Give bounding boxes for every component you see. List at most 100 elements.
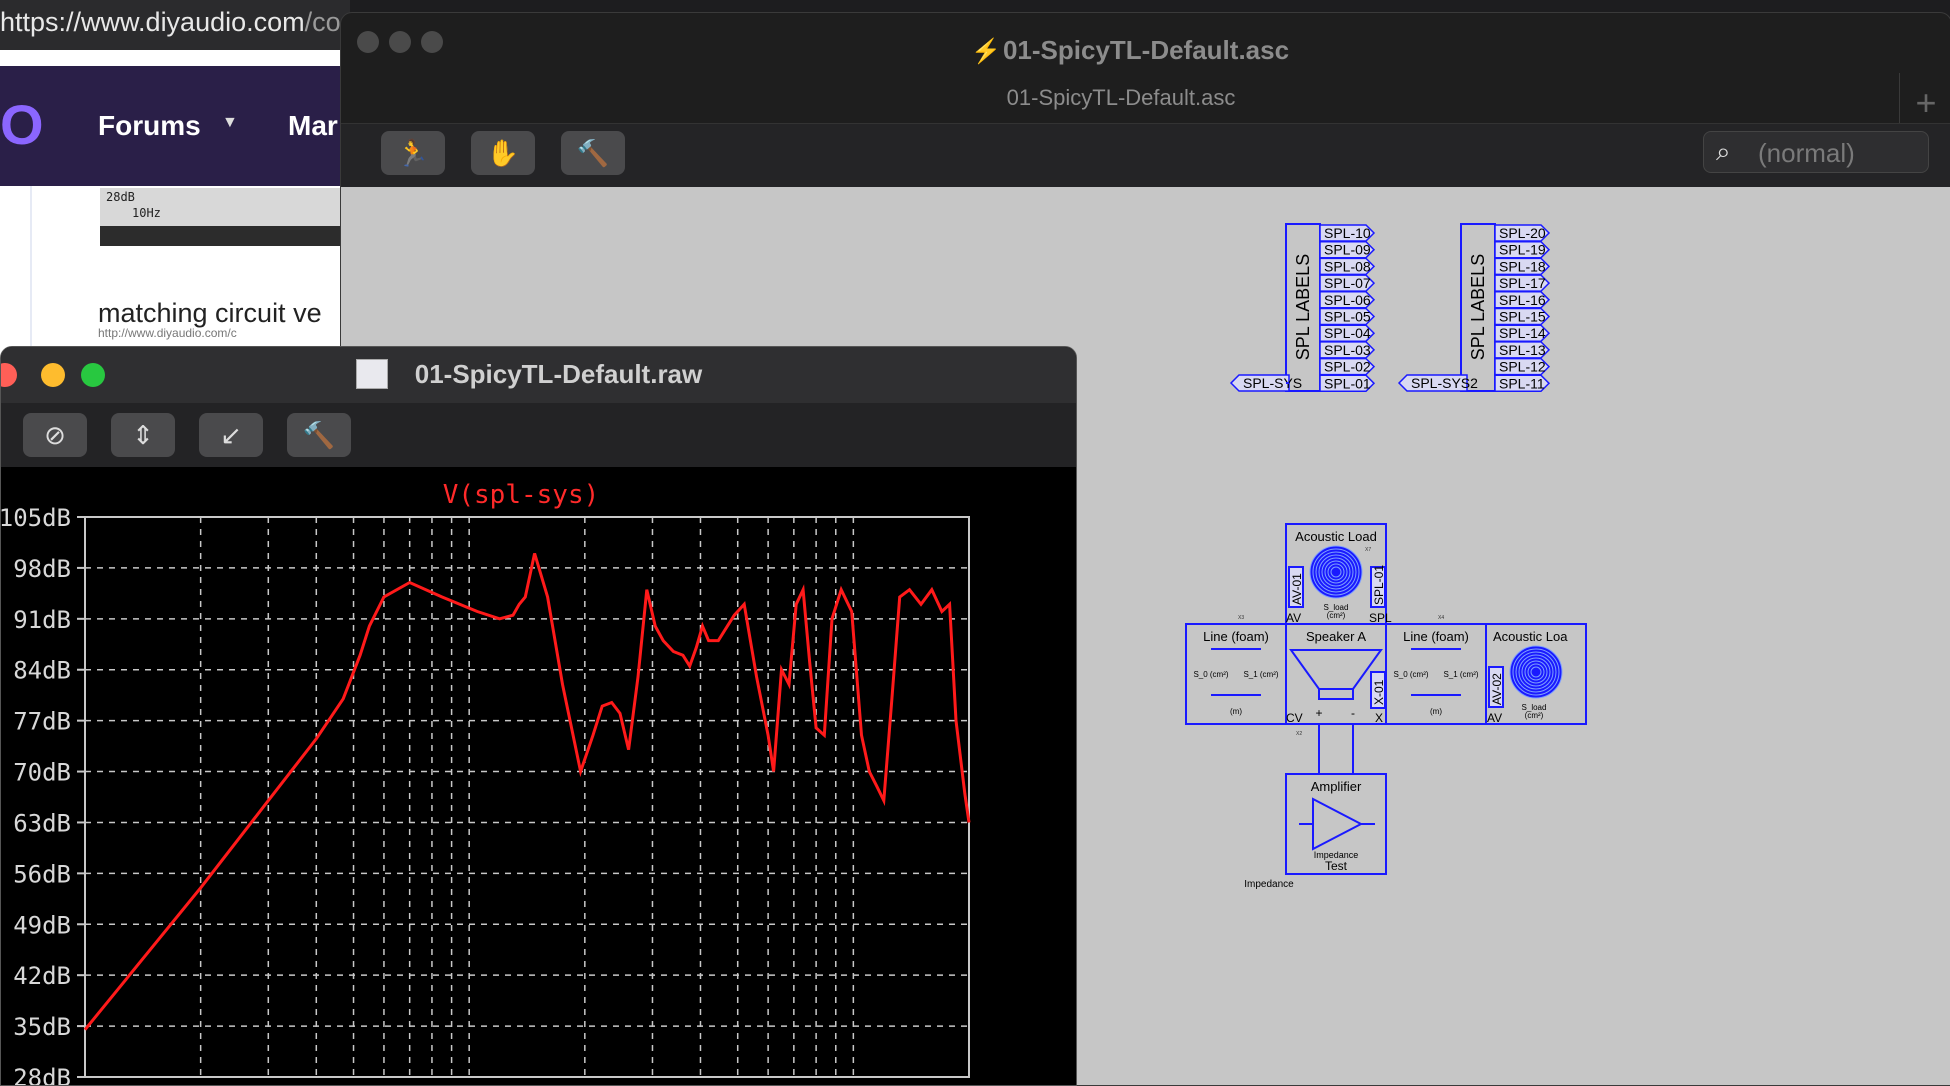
y-tick-label: 91dB <box>13 606 71 634</box>
amplifier-label: Amplifier <box>1311 779 1362 794</box>
pan-hand-icon[interactable]: ✋ <box>471 131 535 175</box>
line-foam-s1-2: S_1 (cm²) <box>1443 670 1478 679</box>
x01-label: X-01 <box>1372 679 1386 705</box>
zoom-back-icon[interactable]: ↙ <box>199 413 263 457</box>
y-tick-label: 98dB <box>13 555 71 583</box>
search-placeholder: (normal) <box>1758 138 1855 168</box>
line-foam-label-2: Line (foam) <box>1403 629 1469 644</box>
spl-sys2-flag-label: SPL-SYS2 <box>1411 375 1478 391</box>
address-bar[interactable]: https://www.diyaudio.com/co <box>0 0 350 50</box>
no-probe-icon[interactable]: ⊘ <box>23 413 87 457</box>
spl-flag-label: SPL-01 <box>1324 375 1371 391</box>
y-tick-label: 63dB <box>13 809 71 837</box>
ref: X4 <box>1438 615 1444 621</box>
tab-schematic[interactable]: 01-SpicyTL-Default.asc <box>341 85 1901 111</box>
y-tick-label: 105dB <box>1 504 71 532</box>
amplifier-test: Test <box>1325 859 1348 873</box>
spl-flag-label: SPL-13 <box>1499 342 1546 358</box>
window-title: 01-SpicyTL-Default.raw <box>414 359 703 389</box>
spl-flag-label: SPL-08 <box>1324 258 1371 274</box>
acoustic-load-label: Acoustic Load <box>1295 529 1377 544</box>
chevron-down-icon[interactable]: ▼ <box>222 114 238 132</box>
speaker-icon <box>1289 649 1383 690</box>
hammer-icon[interactable]: 🔨 <box>287 413 351 457</box>
line-foam-s0-1: S_0 (cm²) <box>1193 670 1228 679</box>
pin-cv: CV <box>1286 711 1303 725</box>
post-thumbnail-strip <box>100 226 340 246</box>
y-tick-label: 84dB <box>13 657 71 685</box>
pin-spl: SPL <box>1369 611 1392 625</box>
thumb-label-1: 28dB <box>106 190 135 204</box>
acoustic-load-unit: (cm²) <box>1327 611 1346 620</box>
schematic-doc-icon: ⚡ <box>971 38 1001 65</box>
spl-flag-label: SPL-02 <box>1324 359 1371 375</box>
line-foam-label-1: Line (foam) <box>1203 629 1269 644</box>
spl-flag-label: SPL-05 <box>1324 309 1371 325</box>
site-logo[interactable]: O <box>0 92 44 157</box>
line-foam-s0-2: S_0 (cm²) <box>1393 670 1428 679</box>
post-link[interactable]: http://www.diyaudio.com/c <box>98 326 237 340</box>
ref: X2 <box>1296 731 1302 737</box>
pin-x: X <box>1375 711 1383 725</box>
spl-flag-label: SPL-12 <box>1499 359 1546 375</box>
acoustic-load-label-2: Acoustic Loa <box>1493 629 1568 644</box>
spl-flag-label: SPL-15 <box>1499 309 1546 325</box>
ref: X3 <box>1238 615 1244 621</box>
spl-flag-label: SPL-11 <box>1499 375 1545 391</box>
nav-forums-link[interactable]: Forums <box>98 110 201 142</box>
pin-minus: - <box>1351 706 1355 720</box>
post-text: matching circuit ve <box>98 298 322 328</box>
url-host: https://www.diyaudio.com <box>0 7 305 37</box>
ref: X7 <box>1365 547 1371 553</box>
y-tick-label: 77dB <box>13 708 71 736</box>
spl-flag-label: SPL-04 <box>1324 325 1371 341</box>
spl-flag-label: SPL-16 <box>1499 292 1546 308</box>
spl-flag-label: SPL-14 <box>1499 325 1546 341</box>
line-foam-m-2: (m) <box>1430 707 1442 716</box>
y-tick-label: 56dB <box>13 860 71 888</box>
av02-label: AV-02 <box>1490 673 1504 705</box>
spl-sys-flag-label: SPL-SYS <box>1243 375 1302 391</box>
spl-flag-label: SPL-03 <box>1324 342 1371 358</box>
chart-title: V(spl-sys) <box>443 480 600 510</box>
line-foam-s1-1: S_1 (cm²) <box>1243 670 1278 679</box>
nav-market-link[interactable]: Mar <box>288 110 338 142</box>
y-tick-label: 28dB <box>13 1064 71 1085</box>
search-field[interactable]: ⌕ (normal) <box>1703 131 1929 173</box>
plot-pane[interactable]: V(spl-sys) 105dB 98dB 91dB 84dB 77dB 70dB 63dB… <box>1 467 1076 1085</box>
spl-flag-label: SPL-20 <box>1499 225 1546 241</box>
y-tick-label: 49dB <box>13 911 71 939</box>
y-tick-label: 35dB <box>13 1013 71 1041</box>
acoustic-load-unit-2: (cm²) <box>1525 711 1544 720</box>
trace-spl-sys <box>83 552 971 1031</box>
autoscale-icon[interactable]: ⇕ <box>111 413 175 457</box>
waveform-window: 01-SpicyTL-Default.raw ⊘ ⇕ ↙ 🔨 V(spl-sys… <box>0 346 1077 1086</box>
window-title: 01-SpicyTL-Default.asc <box>1002 35 1290 65</box>
speaker-magnet <box>1318 688 1354 700</box>
spl-flag-label: SPL-07 <box>1324 275 1371 291</box>
amplifier-triangle <box>1312 797 1364 851</box>
y-tick-label: 70dB <box>13 759 71 787</box>
pin-plus: + <box>1315 706 1322 720</box>
thumb-label-2: 10Hz <box>132 206 161 220</box>
spl-flag-label: SPL-10 <box>1324 225 1371 241</box>
spl-flag-label: SPL-18 <box>1499 258 1546 274</box>
run-icon[interactable]: 🏃 <box>381 131 445 175</box>
spl01-label: SPL-01 <box>1372 565 1386 605</box>
line-foam-m-1: (m) <box>1230 707 1242 716</box>
hammer-icon[interactable]: 🔨 <box>561 131 625 175</box>
y-tick-label: 42dB <box>13 962 71 990</box>
spl-flag-label: SPL-19 <box>1499 242 1546 258</box>
spl-labels-title-2: SPL LABELS <box>1468 254 1488 360</box>
pin-av: AV <box>1286 611 1301 625</box>
av01-label: AV-01 <box>1290 573 1304 605</box>
url-path: /co <box>304 7 341 37</box>
spl-flag-label: SPL-06 <box>1324 292 1371 308</box>
speaker-a-label: Speaker A <box>1306 629 1366 644</box>
spl-labels-title-1: SPL LABELS <box>1293 254 1313 360</box>
impedance-bottom: Impedance <box>1244 879 1294 890</box>
plot-svg: V(spl-sys) 105dB 98dB 91dB 84dB 77dB 70dB 63dB… <box>1 480 971 1085</box>
spl-flag-label: SPL-17 <box>1499 275 1546 291</box>
spl-flag-label: SPL-09 <box>1324 242 1371 258</box>
search-icon: ⌕ <box>1716 136 1731 166</box>
